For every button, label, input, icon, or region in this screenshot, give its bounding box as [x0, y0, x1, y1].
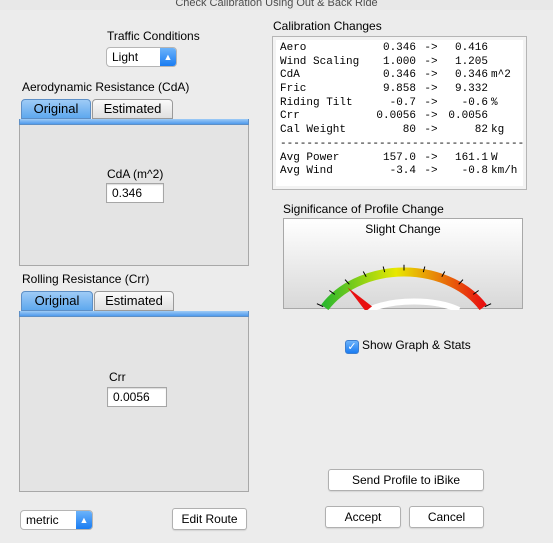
calibration-name: Riding Tilt [280, 96, 353, 109]
tab-crr-estimated[interactable]: Estimated [94, 291, 174, 311]
calibration-new: 0.416 [454, 42, 488, 54]
calibration-unit: km/h [491, 165, 518, 178]
calibration-new: 161.1 [454, 151, 488, 164]
calibration-row: CdA 0.346 -> 0.346 m^2 [280, 69, 526, 83]
calibration-summary-rows: Avg Power 157.0 -> 161.1 W Avg Wind -3.4 -> -0.8… [280, 152, 526, 179]
calibration-row: Crr 0.0056 -> 0.0056 [280, 110, 526, 124]
significance-title: Significance of Profile Change [283, 202, 444, 216]
units-value: metric [26, 513, 59, 527]
calibration-row: Fric 9.858 -> 9.332 [280, 83, 526, 97]
significance-gauge: Slight Change [283, 218, 523, 310]
calibration-arrow: -> [424, 69, 438, 82]
calibration-old: 0.346 [382, 42, 416, 54]
calibration-unit: m^2 [491, 69, 511, 82]
calibration-new: -0.8 [461, 165, 488, 178]
gauge-needle [347, 287, 373, 310]
cda-input[interactable]: 0.346 [106, 183, 164, 203]
calibration-arrow: -> [424, 124, 438, 137]
chevron-updown-icon: ▲ [160, 48, 176, 66]
calibration-name: Aero [280, 42, 307, 54]
accept-button[interactable]: Accept [325, 506, 401, 528]
tab-cda-original[interactable]: Original [21, 99, 91, 119]
calibration-summary-row: Avg Power 157.0 -> 161.1 W [280, 152, 526, 166]
calibration-name: Fric [280, 83, 307, 96]
title-bar: Check Calibration Using Out & Back Ride [0, 0, 553, 10]
calibration-arrow: -> [424, 110, 438, 123]
calibration-old: 0.346 [382, 69, 416, 82]
calibration-new: 1.205 [454, 55, 488, 68]
calibration-new: 0.0056 [448, 110, 488, 123]
tab-crr-original[interactable]: Original [21, 291, 93, 311]
calibration-row: Wind Scaling 1.000 -> 1.205 [280, 56, 526, 70]
calibration-row: Cal Weight 80 -> 82 kg [280, 124, 526, 138]
calibration-new: 0.346 [454, 69, 488, 82]
calibration-name: Crr [280, 110, 300, 123]
traffic-conditions-label: Traffic Conditions [107, 29, 200, 43]
calibration-row: Riding Tilt -0.7 -> -0.6% [280, 97, 526, 111]
calibration-unit: % [491, 96, 498, 109]
calibration-row: Aero 0.346 -> 0.416 [280, 42, 526, 56]
calibration-name: Avg Power [280, 151, 340, 164]
show-graph-label: Show Graph & Stats [362, 338, 471, 352]
calibration-old: 80 [402, 124, 416, 137]
gauge-base-arc [367, 298, 461, 310]
calibration-new: 9.332 [454, 83, 488, 96]
cda-field-label: CdA (m^2) [107, 167, 164, 181]
cda-section-label: Aerodynamic Resistance (CdA) [22, 80, 190, 94]
cda-tab-panel: CdA (m^2) 0.346 [19, 125, 249, 266]
crr-tab-panel: Crr 0.0056 [19, 317, 249, 492]
calibration-title: Calibration Changes [273, 19, 382, 33]
calibration-old: 9.858 [382, 83, 416, 96]
calibration-arrow: -> [424, 96, 438, 109]
cancel-button[interactable]: Cancel [409, 506, 484, 528]
calibration-name: CdA [280, 69, 300, 82]
calibration-arrow: -> [424, 151, 438, 164]
calibration-old: -0.7 [389, 96, 416, 109]
gauge-dial [316, 264, 492, 310]
show-graph-checkbox[interactable]: ✓ [345, 340, 359, 354]
calibration-arrow: -> [424, 42, 438, 54]
calibration-name: Avg Wind [280, 165, 333, 178]
calibration-rows: Aero 0.346 -> 0.416 Wind Scaling 1.000 -> 1.205… [280, 42, 526, 138]
calibration-old: 1.000 [382, 55, 416, 68]
units-select[interactable]: metric ▲ [20, 510, 93, 530]
calibration-unit: kg [491, 124, 505, 137]
calibration-unit: W [491, 151, 498, 164]
send-profile-button[interactable]: Send Profile to iBike [328, 469, 484, 491]
calibration-name: Cal Weight [280, 124, 347, 137]
calibration-old: 157.0 [382, 151, 416, 164]
crr-input[interactable]: 0.0056 [107, 387, 167, 407]
crr-section-label: Rolling Resistance (Crr) [22, 272, 150, 286]
calibration-arrow: -> [424, 83, 438, 96]
calibration-old: 0.0056 [376, 110, 416, 123]
edit-route-button[interactable]: Edit Route [172, 508, 247, 530]
calibration-arrow: -> [424, 55, 438, 68]
calibration-new: 82 [474, 124, 488, 137]
tab-cda-estimated[interactable]: Estimated [92, 99, 173, 119]
calibration-separator: -------------------------------------- [280, 137, 526, 150]
calibration-arrow: -> [424, 165, 438, 178]
window-title: Check Calibration Using Out & Back Ride [175, 0, 378, 9]
calibration-new: -0.6 [461, 96, 488, 109]
calibration-summary-row: Avg Wind -3.4 -> -0.8 km/h [280, 165, 526, 179]
crr-field-label: Crr [109, 370, 126, 384]
chevron-updown-icon: ▲ [76, 511, 92, 529]
traffic-conditions-value: Light [112, 50, 139, 64]
calibration-name: Wind Scaling [280, 55, 360, 68]
calibration-changes-box: Aero 0.346 -> 0.416 Wind Scaling 1.000 -> 1.205… [272, 36, 527, 190]
calibration-old: -3.4 [389, 165, 416, 178]
traffic-conditions-select[interactable]: Light ▲ [106, 47, 177, 67]
